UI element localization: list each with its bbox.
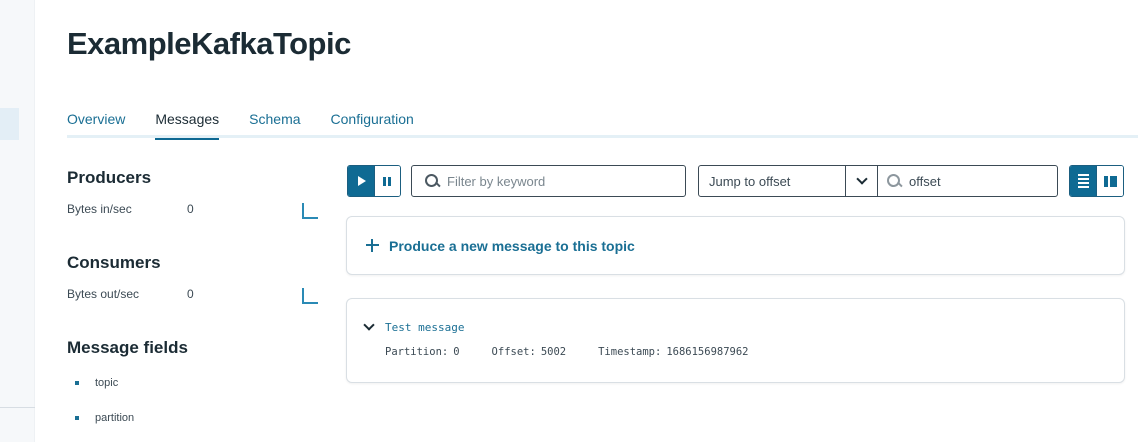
field-item-partition[interactable]: partition bbox=[75, 412, 134, 424]
field-label: partition bbox=[95, 412, 135, 424]
timestamp-pair: Timestamp: 1686156987962 bbox=[598, 346, 748, 358]
search-icon bbox=[887, 174, 901, 188]
offset-input[interactable]: offset bbox=[877, 165, 1058, 197]
bytes-in-metric: Bytes in/sec 0 bbox=[67, 202, 194, 216]
bytes-out-metric: Bytes out/sec 0 bbox=[67, 287, 194, 301]
filter-input[interactable]: Filter by keyword bbox=[411, 165, 686, 197]
plus-icon bbox=[366, 239, 379, 252]
offset-label: Offset: bbox=[491, 346, 536, 358]
nav-active-indicator[interactable] bbox=[0, 108, 19, 140]
select-toggle[interactable] bbox=[845, 166, 877, 196]
filter-placeholder: Filter by keyword bbox=[447, 173, 546, 189]
timestamp-value: 1686156987962 bbox=[666, 346, 749, 358]
message-fields-heading: Message fields bbox=[67, 338, 188, 357]
produce-message-card[interactable]: Produce a new message to this topic bbox=[346, 216, 1125, 275]
produce-message-label: Produce a new message to this topic bbox=[389, 237, 635, 254]
stream-controls bbox=[347, 165, 401, 197]
bullet-icon bbox=[75, 416, 79, 420]
offset-placeholder: offset bbox=[909, 173, 941, 189]
bullet-icon bbox=[75, 381, 79, 385]
field-label: topic bbox=[95, 377, 119, 389]
search-icon bbox=[425, 174, 439, 188]
nav-divider bbox=[0, 407, 35, 408]
field-item-topic[interactable]: topic bbox=[75, 377, 118, 389]
partition-label: Partition: bbox=[385, 346, 449, 358]
jump-select-value: Jump to offset bbox=[709, 173, 791, 189]
bytes-out-value: 0 bbox=[187, 287, 194, 301]
pause-button[interactable] bbox=[373, 166, 400, 196]
split-view-button[interactable] bbox=[1096, 166, 1123, 196]
producers-heading: Producers bbox=[67, 168, 152, 187]
message-meta: Partition: 0 Offset: 5002 Timestamp: 168… bbox=[385, 346, 781, 358]
list-view-button[interactable] bbox=[1070, 166, 1097, 196]
offset-value: 5002 bbox=[540, 346, 567, 358]
bytes-in-label: Bytes in/sec bbox=[67, 202, 132, 216]
chevron-down-icon bbox=[856, 173, 868, 185]
partition-value: 0 bbox=[453, 346, 460, 358]
partition-pair: Partition: 0 bbox=[385, 346, 460, 358]
jump-to-select[interactable]: Jump to offset bbox=[698, 165, 878, 197]
chevron-down-icon[interactable] bbox=[363, 319, 375, 331]
tab-underline-rule bbox=[67, 135, 1138, 138]
left-nav-strip bbox=[0, 0, 35, 442]
bytes-in-value: 0 bbox=[187, 202, 194, 216]
sparkline-icon bbox=[302, 203, 318, 219]
page-title: ExampleKafkaTopic bbox=[67, 26, 351, 61]
pause-icon bbox=[383, 176, 392, 186]
message-title[interactable]: Test message bbox=[385, 321, 464, 334]
split-view-icon bbox=[1103, 175, 1117, 187]
offset-pair: Offset: 5002 bbox=[492, 346, 567, 358]
bytes-out-label: Bytes out/sec bbox=[67, 287, 140, 301]
play-button[interactable] bbox=[348, 166, 374, 196]
view-toggle bbox=[1069, 165, 1124, 197]
list-view-icon bbox=[1077, 174, 1089, 188]
consumers-heading: Consumers bbox=[67, 253, 161, 272]
timestamp-label: Timestamp: bbox=[598, 346, 662, 358]
sparkline-icon bbox=[302, 288, 318, 304]
message-card: Test message Partition: 0 Offset: 5002 T… bbox=[346, 298, 1125, 383]
play-icon bbox=[357, 176, 366, 186]
